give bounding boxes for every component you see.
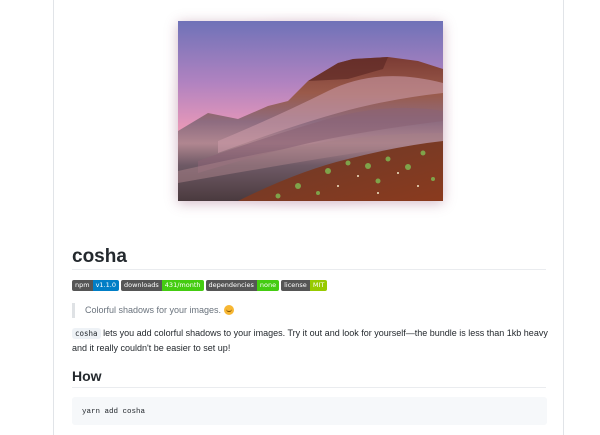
badge-label: downloads bbox=[120, 280, 162, 291]
hero-image bbox=[178, 21, 443, 201]
title-divider bbox=[72, 269, 546, 270]
intro-text: lets you add colorful shadows to your im… bbox=[72, 328, 548, 353]
how-heading: How bbox=[72, 368, 102, 384]
hero-image-container bbox=[168, 13, 453, 211]
badge-value: MIT bbox=[309, 280, 328, 291]
badge-label: license bbox=[281, 280, 310, 291]
downloads-badge[interactable]: downloads 431/month bbox=[120, 280, 204, 291]
npm-version-badge[interactable]: npm v1.1.0 bbox=[72, 280, 119, 291]
badge-value: v1.1.0 bbox=[92, 280, 119, 291]
intro-paragraph: cosha lets you add colorful shadows to y… bbox=[72, 326, 548, 355]
license-badge[interactable]: license MIT bbox=[281, 280, 328, 291]
inline-code-cosha: cosha bbox=[72, 328, 101, 339]
badge-row: npm v1.1.0 downloads 431/month dependenc… bbox=[72, 280, 328, 291]
dependencies-badge[interactable]: dependencies none bbox=[205, 280, 280, 291]
page-title: cosha bbox=[72, 246, 127, 267]
readme-panel: cosha npm v1.1.0 downloads 431/month dep… bbox=[53, 0, 564, 435]
how-divider bbox=[72, 387, 546, 388]
tagline-quote: Colorful shadows for your images. bbox=[72, 303, 235, 318]
badge-label: dependencies bbox=[205, 280, 257, 291]
tagline-text: Colorful shadows for your images. bbox=[85, 305, 222, 315]
badge-value: none bbox=[256, 280, 280, 291]
badge-value: 431/month bbox=[161, 280, 204, 291]
install-code-block[interactable]: yarn add cosha bbox=[72, 397, 547, 425]
smiling-face-emoji-icon bbox=[224, 305, 235, 315]
install-command: yarn add cosha bbox=[82, 408, 146, 416]
badge-label: npm bbox=[72, 280, 93, 291]
